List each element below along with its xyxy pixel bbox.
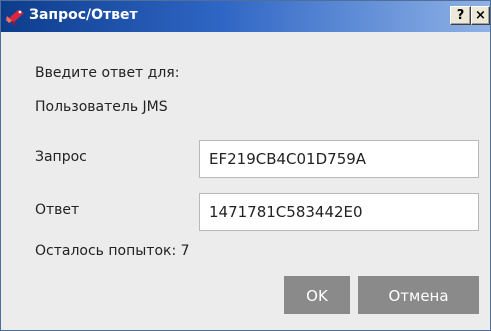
answer-label: Ответ [35,202,80,218]
title-bar[interactable]: Запрос/Ответ ? × [1,1,490,32]
help-button[interactable]: ? [450,6,471,25]
challenge-response-dialog: Запрос/Ответ ? × Введите ответ для: Поль… [0,0,491,331]
window-title: Запрос/Ответ [29,7,138,23]
key-ribbon-icon [6,10,24,25]
request-label: Запрос [35,149,87,165]
close-button[interactable]: × [471,6,490,25]
ok-button[interactable]: OK [284,276,350,314]
answer-field[interactable] [199,193,479,231]
user-name-text: Пользователь JMS [35,99,168,115]
prompt-text: Введите ответ для: [35,65,180,81]
remaining-attempts-text: Осталось попыток: 7 [35,243,190,259]
cancel-button[interactable]: Отмена [358,276,479,314]
request-field[interactable] [199,140,479,178]
